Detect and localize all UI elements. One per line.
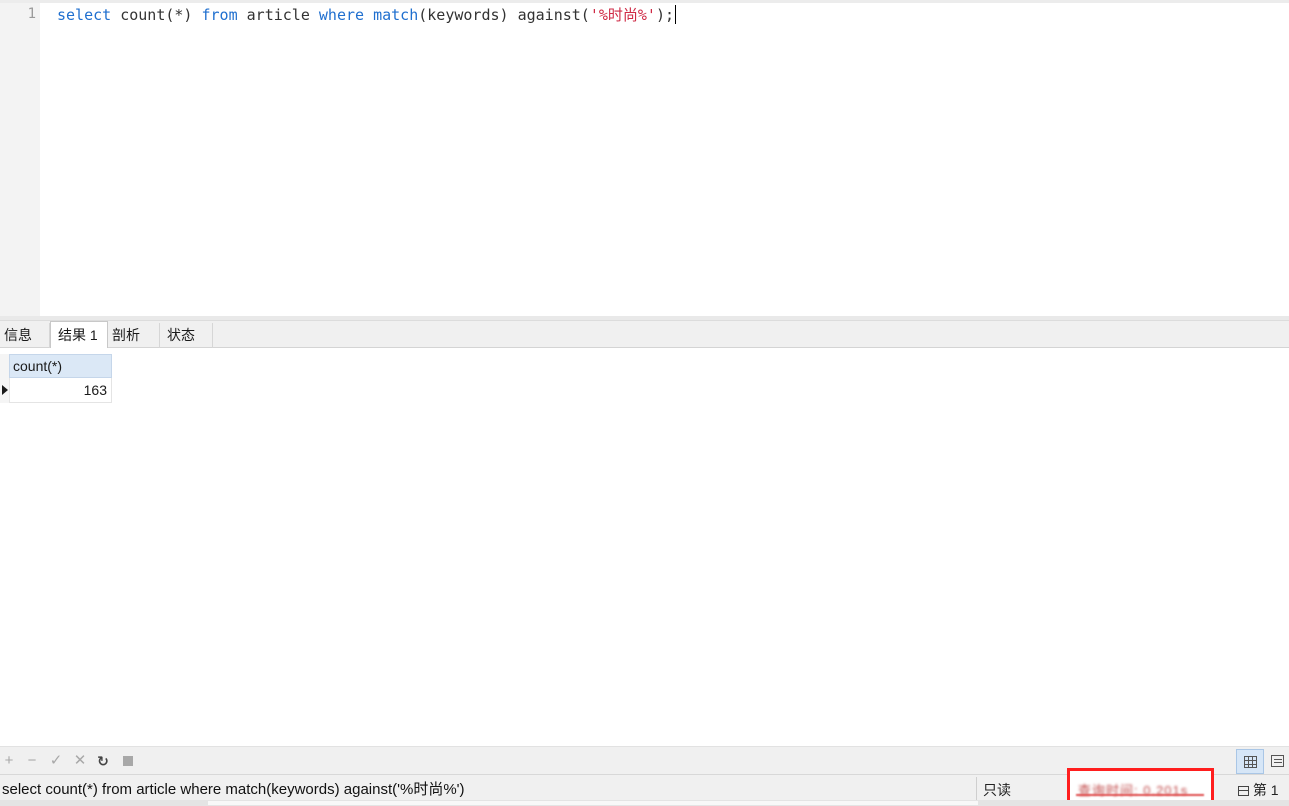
form-view-icon xyxy=(1271,755,1284,767)
status-sql-text: select count(*) from article where match… xyxy=(2,781,465,798)
line-number: 1 xyxy=(27,6,36,22)
stop-button[interactable] xyxy=(119,751,137,771)
sql-text: ); xyxy=(655,6,675,24)
sql-text: article xyxy=(237,6,319,24)
row-indicator-header xyxy=(0,354,9,378)
discard-changes-button[interactable]: ✕ xyxy=(71,751,89,771)
table-cell[interactable]: 163 xyxy=(9,378,112,403)
sql-keyword: match xyxy=(373,6,419,24)
stop-icon xyxy=(123,756,133,766)
grid-view-button[interactable] xyxy=(1236,749,1264,774)
current-row-arrow-icon xyxy=(2,385,8,395)
result-tab-bar: 信息 结果 1 剖析 状态 xyxy=(0,321,1289,349)
apply-changes-button[interactable]: ✓ xyxy=(47,751,65,771)
row-indicator[interactable] xyxy=(0,378,9,403)
column-header-count[interactable]: count(*) xyxy=(9,354,112,378)
readonly-label: 只读 xyxy=(983,782,1011,798)
record-position-text: 第 1 xyxy=(1252,782,1279,798)
add-record-button[interactable]: + xyxy=(0,751,18,771)
status-readonly: 只读 xyxy=(983,779,1011,801)
sql-editor[interactable]: 1 select count(*) from article where mat… xyxy=(0,0,1289,316)
status-record-position: 第 1 xyxy=(1234,779,1279,801)
sql-keyword: from xyxy=(201,6,238,24)
sql-string-literal: '%时尚%' xyxy=(589,6,656,24)
line-number-gutter: 1 xyxy=(0,3,40,316)
query-time-text: 查询时间: 0.201s xyxy=(1078,783,1189,798)
grid-view-icon xyxy=(1244,756,1257,768)
sql-keyword: select xyxy=(57,6,112,24)
tab-status[interactable]: 状态 xyxy=(160,323,213,348)
editor-top-border xyxy=(0,0,1289,3)
tab-info[interactable]: 信息 xyxy=(0,323,50,348)
sql-text: (keywords) against( xyxy=(418,6,590,24)
sql-code-line[interactable]: select count(*) from article where match… xyxy=(57,5,677,24)
result-grid: count(*) 163 xyxy=(0,348,1289,746)
tab-result-1[interactable]: 结果 1 xyxy=(50,321,108,349)
form-view-button[interactable] xyxy=(1268,749,1289,774)
sql-text: count(*) xyxy=(111,6,202,24)
scrollbar-thumb[interactable] xyxy=(208,801,978,805)
refresh-button[interactable]: ↻ xyxy=(94,751,112,771)
record-icon xyxy=(1238,786,1249,796)
delete-record-button[interactable]: − xyxy=(23,751,41,771)
horizontal-scrollbar[interactable] xyxy=(0,800,1289,806)
query-time-underline xyxy=(1076,794,1204,796)
tab-profile[interactable]: 剖析 xyxy=(108,323,160,348)
text-caret xyxy=(675,5,677,24)
sql-keyword: where xyxy=(318,6,365,24)
